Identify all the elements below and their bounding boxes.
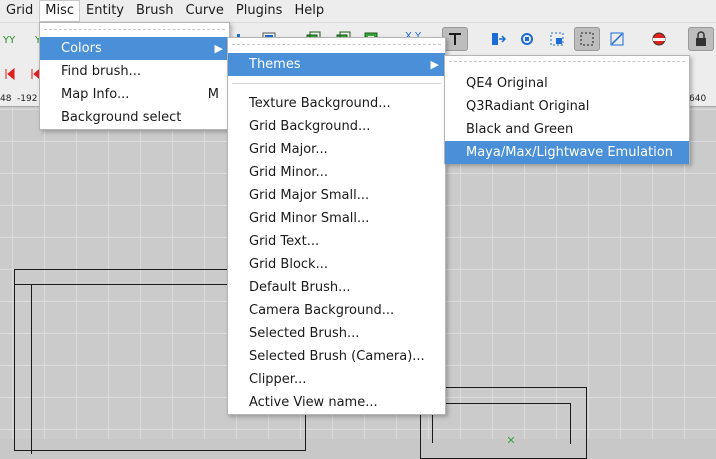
menu-item-grid-background[interactable]: Grid Background... <box>228 115 445 138</box>
rotate-icon[interactable] <box>514 27 540 51</box>
menu-misc[interactable]: Misc <box>39 0 81 22</box>
menu-item-label: Camera Background... <box>249 303 395 318</box>
menu-item-label: Grid Text... <box>249 234 320 249</box>
submenu-arrow-icon: ▶ <box>214 42 223 55</box>
origin-marker-icon <box>507 432 515 444</box>
menu-help[interactable]: Help <box>288 0 330 22</box>
menu-item-colors[interactable]: Colors ▶ <box>40 37 229 60</box>
menu-item-label: Selected Brush (Camera)... <box>249 349 425 364</box>
menu-item-clipper[interactable]: Clipper... <box>228 368 445 391</box>
menu-item-find-brush[interactable]: Find brush... <box>40 60 229 83</box>
menu-item-themes[interactable]: Themes ▶ <box>228 53 445 76</box>
menu-item-selected-brush[interactable]: Selected Brush... <box>228 322 445 345</box>
menu-item-background-select[interactable]: Background select <box>40 106 229 129</box>
shortcut-label: M <box>207 87 219 102</box>
move-icon[interactable] <box>485 27 511 51</box>
menu-item-selected-brush-camera[interactable]: Selected Brush (Camera)... <box>228 345 445 368</box>
menu-separator <box>232 83 441 84</box>
texture-lock-icon[interactable] <box>646 27 672 51</box>
menu-item-label: Map Info... <box>61 87 130 102</box>
menu-item-label: QE4 Original <box>466 76 548 91</box>
menu-item-label: Grid Minor Small... <box>249 211 370 226</box>
menu-item-label: Background select <box>61 110 182 125</box>
tearoff[interactable] <box>449 61 685 62</box>
flip-x-icon[interactable]: YY <box>0 27 26 51</box>
menu-item-label: Grid Minor... <box>249 165 328 180</box>
menu-item-label: Clipper... <box>249 372 307 387</box>
menu-item-texture-background[interactable]: Texture Background... <box>228 92 445 115</box>
menu-item-qe4-original[interactable]: QE4 Original <box>445 72 689 95</box>
menu-item-camera-background[interactable]: Camera Background... <box>228 299 445 322</box>
menu-curve[interactable]: Curve <box>180 0 230 22</box>
menu-entity[interactable]: Entity <box>80 0 130 22</box>
drag-select-icon[interactable] <box>604 27 630 51</box>
menu-item-grid-minor-small[interactable]: Grid Minor Small... <box>228 207 445 230</box>
menubar: Grid Misc Entity Brush Curve Plugins Hel… <box>0 0 716 22</box>
ruler-label: 48 <box>0 94 12 104</box>
submenu-arrow-icon: ▶ <box>430 58 439 71</box>
menu-brush[interactable]: Brush <box>130 0 180 22</box>
menu-item-grid-major[interactable]: Grid Major... <box>228 138 445 161</box>
menu-item-label: Grid Block... <box>249 257 328 272</box>
menu-grid[interactable]: Grid <box>0 0 39 22</box>
menu-item-black-and-green[interactable]: Black and Green <box>445 118 689 141</box>
menu-item-maya-max-lightwave-emulation[interactable]: Maya/Max/Lightwave Emulation <box>445 141 689 164</box>
menu-item-grid-major-small[interactable]: Grid Major Small... <box>228 184 445 207</box>
menu-item-label: Grid Major... <box>249 142 328 157</box>
menu-item-label: Find brush... <box>61 64 142 79</box>
svg-text:YY: YY <box>3 35 16 46</box>
themes-menu: QE4 Original Q3Radiant Original Black an… <box>444 55 690 164</box>
menu-item-q3radiant-original[interactable]: Q3Radiant Original <box>445 95 689 118</box>
menu-item-active-view-name[interactable]: Active View name... <box>228 391 445 414</box>
scale-icon[interactable] <box>544 27 570 51</box>
tearoff[interactable] <box>232 44 441 45</box>
menu-item-label: Selected Brush... <box>249 326 360 341</box>
menu-item-label: Themes <box>249 57 301 72</box>
menu-item-label: Q3Radiant Original <box>466 99 590 114</box>
menu-item-grid-block[interactable]: Grid Block... <box>228 253 445 276</box>
menu-item-label: Colors <box>61 41 102 56</box>
menu-item-default-brush[interactable]: Default Brush... <box>228 276 445 299</box>
menu-item-label: Active View name... <box>249 395 378 410</box>
colors-menu: Themes ▶ Texture Background... Grid Back… <box>227 37 446 415</box>
menu-item-grid-minor[interactable]: Grid Minor... <box>228 161 445 184</box>
menu-item-label: Texture Background... <box>249 96 391 111</box>
lock-icon[interactable] <box>688 27 714 51</box>
menu-item-grid-text[interactable]: Grid Text... <box>228 230 445 253</box>
ruler-label: -192 <box>17 94 38 104</box>
menu-item-label: Grid Major Small... <box>249 188 370 203</box>
ruler-label: 640 <box>689 94 707 104</box>
select-region-icon[interactable] <box>574 27 600 51</box>
menu-item-label: Grid Background... <box>249 119 371 134</box>
menu-item-label: Black and Green <box>466 122 574 137</box>
brush-edge <box>31 284 33 454</box>
misc-menu: Colors ▶ Find brush... Map Info... M Bac… <box>39 22 230 130</box>
menu-item-label: Maya/Max/Lightwave Emulation <box>466 145 673 160</box>
menu-plugins[interactable]: Plugins <box>230 0 289 22</box>
tearoff[interactable] <box>44 29 225 30</box>
menu-item-map-info[interactable]: Map Info... M <box>40 83 229 106</box>
menu-item-label: Default Brush... <box>249 280 351 295</box>
